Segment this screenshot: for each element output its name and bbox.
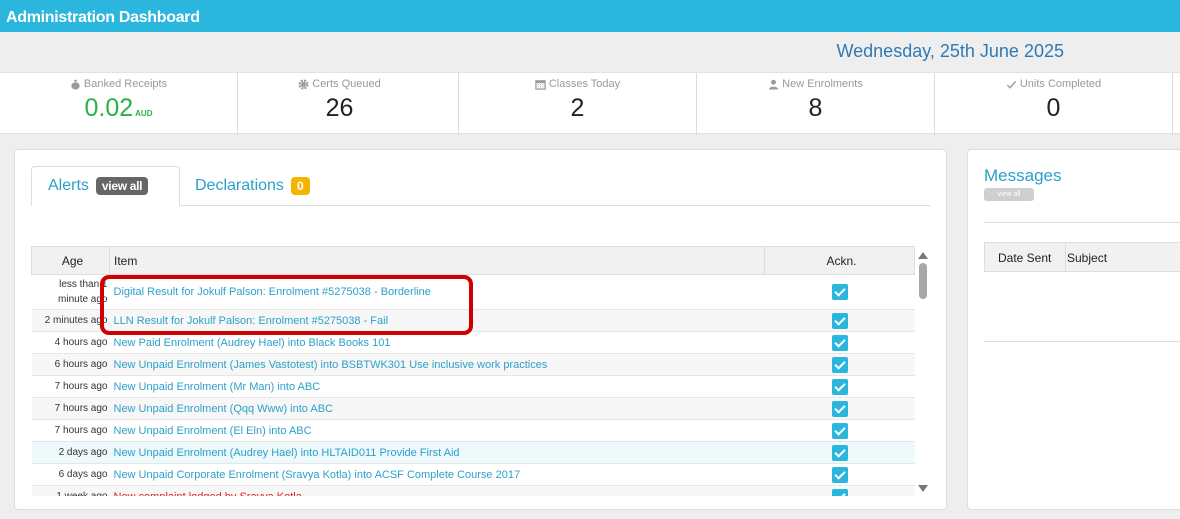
scroll-up-arrow-icon[interactable] [918,252,928,259]
column-divider [1065,243,1066,271]
table-row: 7 hours ago New Unpaid Enrolment (Qqq Ww… [31,397,915,420]
stat-certs-queued[interactable]: Certs Queued 26 [221,73,459,135]
divider [984,222,1180,223]
row-age: less than 1 minute ago [31,274,110,310]
row-item-link[interactable]: New Unpaid Enrolment (Mr Man) into ABC [109,375,765,398]
tab-alerts-label: Alerts [48,177,89,194]
row-ack-cell [764,375,915,398]
row-age: 1 week ago [31,485,110,496]
table-row: 6 days ago New Unpaid Corporate Enrolmen… [31,463,915,486]
scrollbar-thumb[interactable] [919,263,927,299]
stats-bar: Banked Receipts 0.02 AUD Certs Queued 26 … [0,72,1180,135]
tab-declarations[interactable]: Declarations 0 [195,166,310,206]
table-row: 2 days ago New Unpaid Enrolment (Audrey … [31,441,915,464]
stat-value: 0.02 [84,94,134,122]
alerts-scrollbar[interactable] [917,246,929,496]
row-age: 7 hours ago [31,419,110,442]
row-ack-cell [764,309,915,332]
stat-banked-receipts[interactable]: Banked Receipts 0.02 AUD [0,73,238,135]
app-title: Administration Dashboard [6,9,200,26]
gear-icon [298,78,309,90]
money-bag-icon [71,79,80,90]
acknowledge-checkbox[interactable] [831,356,848,373]
row-item-link[interactable]: New Unpaid Corporate Enrolment (Sravya K… [109,463,765,486]
acknowledge-checkbox[interactable] [831,444,848,461]
stat-value: 2 [570,94,585,122]
currency-unit: AUD [135,109,153,118]
scroll-down-arrow-icon[interactable] [918,485,928,492]
row-item-link[interactable]: New Unpaid Enrolment (Audrey Hael) into … [109,441,765,464]
column-header-subject[interactable]: Subject [1067,251,1107,265]
acknowledge-checkbox[interactable] [831,378,848,395]
acknowledge-checkbox[interactable] [831,400,848,417]
stat-value: 8 [808,94,823,122]
current-date: Wednesday, 25th June 2025 [836,41,1064,61]
stat-label: Units Completed [1019,78,1102,90]
stat-label: New Enrolments [782,78,863,90]
view-all-alerts-button[interactable]: view all [95,177,149,195]
row-age: 2 days ago [31,441,110,464]
calendar-icon [535,79,546,90]
messages-table-header: Date Sent Subject [984,242,1180,272]
acknowledge-checkbox[interactable] [831,422,848,439]
row-ack-cell [764,419,915,442]
check-icon [1006,80,1017,89]
stat-label: Banked Receipts [83,78,168,90]
row-ack-cell [764,463,915,486]
row-ack-cell [764,485,915,496]
stat-label: Certs Queued [312,78,381,90]
acknowledge-checkbox[interactable] [831,312,848,329]
stat-new-enrolments[interactable]: New Enrolments 8 [697,73,935,135]
divider [984,341,1180,342]
tab-declarations-label: Declarations [195,177,284,194]
row-age: 6 days ago [31,463,110,486]
messages-title[interactable]: Messages [984,166,1061,186]
table-row: 7 hours ago New Unpaid Enrolment (Mr Man… [31,375,915,398]
declarations-count-badge: 0 [290,177,310,195]
view-all-messages-button[interactable]: view all [984,188,1034,201]
stat-label: Classes Today [548,78,621,90]
row-item-link[interactable]: New Unpaid Enrolment (James Vastotest) i… [109,353,765,376]
row-ack-cell [764,274,915,310]
messages-panel: Messages view all Date Sent Subject [967,149,1180,510]
column-header-age[interactable]: Age [31,246,110,275]
app-header: Administration Dashboard [0,0,1180,32]
table-row: 7 hours ago New Unpaid Enrolment (El Eln… [31,419,915,442]
table-header-row: Age Item Ackn. [31,246,915,275]
stat-units-completed[interactable]: Units Completed 0 [935,73,1173,135]
acknowledge-checkbox[interactable] [831,466,848,483]
acknowledge-checkbox[interactable] [831,488,848,496]
row-ack-cell [764,353,915,376]
row-item-link[interactable]: New complaint lodged by Sravya Kotla [109,485,765,496]
date-bar: Wednesday, 25th June 2025 [0,32,1180,72]
row-age: 6 hours ago [31,353,110,376]
row-ack-cell [764,441,915,464]
row-age: 2 minutes ago [31,309,110,332]
table-row: 6 hours ago New Unpaid Enrolment (James … [31,353,915,376]
tab-alerts[interactable]: Alerts view all [31,166,180,206]
acknowledge-checkbox[interactable] [831,284,848,300]
row-ack-cell [764,397,915,420]
acknowledge-checkbox[interactable] [831,334,848,351]
stat-classes-today[interactable]: Classes Today 2 [459,73,697,135]
stat-value: 0 [1046,94,1061,122]
row-ack-cell [764,331,915,354]
row-age: 4 hours ago [31,331,110,354]
row-item-link[interactable]: New Unpaid Enrolment (Qqq Www) into ABC [109,397,765,420]
column-header-date-sent[interactable]: Date Sent [998,251,1051,265]
row-item-link[interactable]: New Unpaid Enrolment (El Eln) into ABC [109,419,765,442]
stat-value: 26 [325,94,354,122]
row-age: 7 hours ago [31,397,110,420]
table-row: 1 week ago New complaint lodged by Sravy… [31,485,915,496]
column-header-ackn[interactable]: Ackn. [764,246,915,275]
highlight-annotation-box [100,275,473,335]
row-age: 7 hours ago [31,375,110,398]
user-icon [769,79,779,90]
column-header-item[interactable]: Item [109,246,765,275]
